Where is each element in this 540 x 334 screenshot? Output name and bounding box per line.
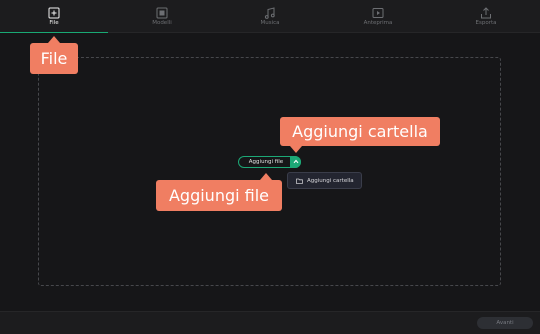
add-file-dropdown-toggle[interactable] xyxy=(290,155,301,168)
callout-file: File xyxy=(30,36,78,74)
tab-modelli[interactable]: Modelli xyxy=(108,0,216,32)
add-file-button[interactable]: Aggiungi file xyxy=(238,155,301,168)
file-drop-zone[interactable] xyxy=(38,57,501,286)
callout-file-text: File xyxy=(40,49,68,68)
callout-add-file: Aggiungi file xyxy=(156,173,282,211)
tab-musica-label: Musica xyxy=(260,20,280,26)
chevron-up-icon xyxy=(293,159,298,164)
tab-file-label: File xyxy=(49,20,59,26)
callout-add-folder-text: Aggiungi cartella xyxy=(292,122,428,141)
export-icon xyxy=(479,5,493,19)
template-icon xyxy=(155,5,169,19)
callout-add-file-text: Aggiungi file xyxy=(168,186,270,205)
footer-bar: Avanti xyxy=(0,311,540,334)
tab-anteprima[interactable]: Anteprima xyxy=(324,0,432,32)
callout-arrow xyxy=(290,146,302,153)
next-button[interactable]: Avanti xyxy=(477,317,533,329)
tab-file[interactable]: File xyxy=(0,0,108,34)
add-folder-menu-label: Aggiungi cartella xyxy=(307,177,354,184)
music-note-icon xyxy=(263,5,277,19)
add-folder-menu-item[interactable]: Aggiungi cartella xyxy=(287,172,362,189)
main-area xyxy=(0,33,540,311)
tab-anteprima-label: Anteprima xyxy=(363,20,393,26)
add-file-label: Aggiungi file xyxy=(248,159,284,165)
file-plus-icon xyxy=(47,5,61,19)
callout-add-folder: Aggiungi cartella xyxy=(280,117,440,153)
tab-musica[interactable]: Musica xyxy=(216,0,324,32)
callout-arrow xyxy=(260,173,272,180)
tab-modelli-label: Modelli xyxy=(152,20,172,26)
tab-esporta[interactable]: Esporta xyxy=(432,0,540,32)
callout-arrow xyxy=(48,36,60,43)
tab-bar: File Modelli Musica Anteprima Esporta xyxy=(0,0,540,34)
play-preview-icon xyxy=(371,5,385,19)
tab-esporta-label: Esporta xyxy=(475,20,497,26)
folder-add-icon xyxy=(296,178,303,184)
